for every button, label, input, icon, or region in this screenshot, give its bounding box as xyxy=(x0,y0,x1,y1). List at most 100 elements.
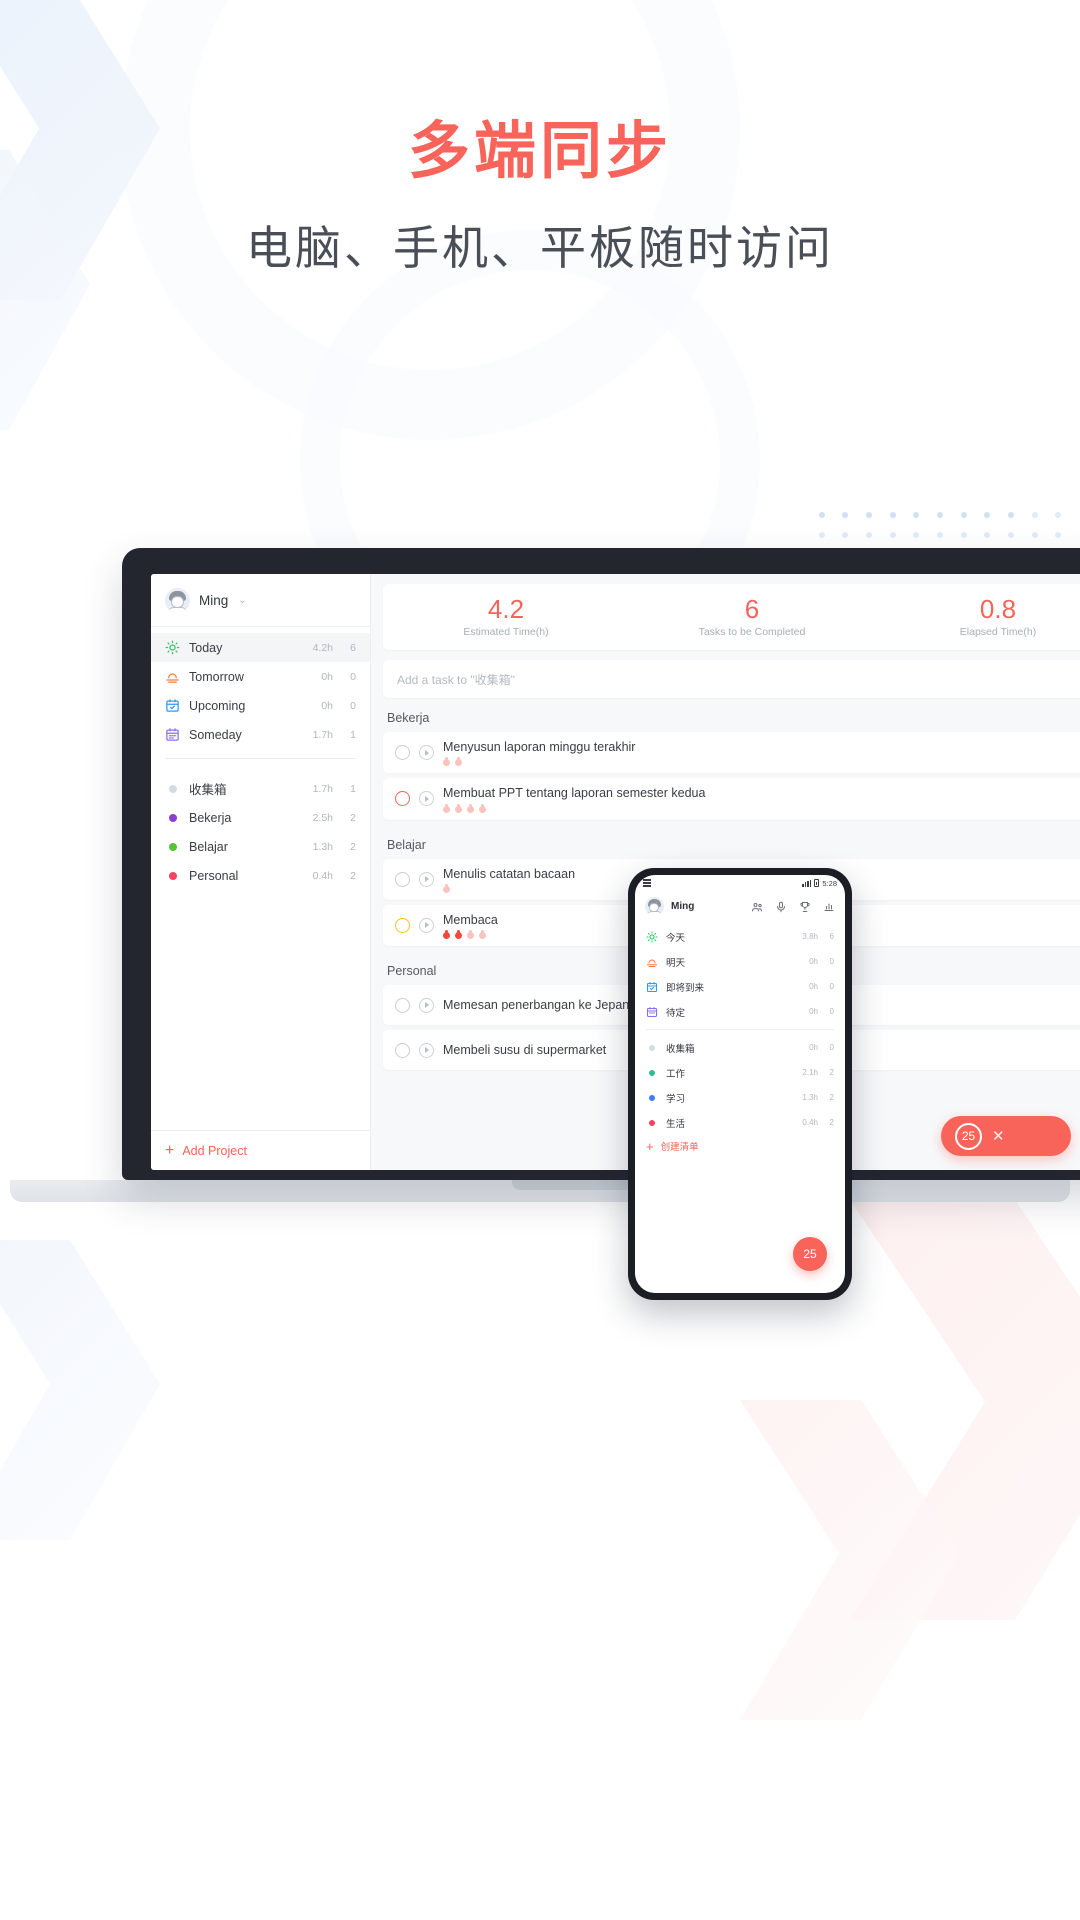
task-title: Membuat PPT tentang laporan semester ked… xyxy=(443,786,706,801)
task-title: Membaca xyxy=(443,912,498,927)
sidebar-item-inbox[interactable]: 收集箱 1.7h 1 xyxy=(151,774,370,803)
phone-item-upcoming[interactable]: 即将到来 0h 0 xyxy=(635,974,845,999)
sidebar-item-time: 0h xyxy=(321,670,333,683)
phone-user[interactable]: Ming xyxy=(645,897,694,916)
avatar xyxy=(165,588,190,613)
user-menu[interactable]: Ming ⌄ xyxy=(151,574,370,627)
play-icon[interactable] xyxy=(419,745,434,761)
add-task-input[interactable]: Add a task to "收集箱" xyxy=(383,660,1080,698)
stat-value: 6 xyxy=(744,593,760,624)
users-icon[interactable] xyxy=(750,900,763,913)
sidebar-item-someday[interactable]: Someday 1.7h 1 xyxy=(151,720,370,749)
stat-caption: Estimated Time(h) xyxy=(463,626,549,639)
decorative-dot-grid xyxy=(810,505,1070,545)
phone-item-study[interactable]: 学习 1.3h 2 xyxy=(635,1085,845,1110)
task-checkbox[interactable] xyxy=(395,917,410,933)
mic-icon[interactable] xyxy=(774,900,787,913)
phone-item-count: 2 xyxy=(829,1118,834,1127)
sidebar-item-bekerja[interactable]: Bekerja 2.5h 2 xyxy=(151,803,370,832)
sidebar-item-today[interactable]: Today 4.2h 6 xyxy=(151,633,370,662)
stat-caption: Elapsed Time(h) xyxy=(959,626,1037,639)
phone-item-tomorrow[interactable]: 明天 0h 0 xyxy=(635,949,845,974)
task-row[interactable]: Menyusun laporan minggu terakhir xyxy=(383,732,1080,774)
task-group-title: Bekerja xyxy=(387,711,430,725)
stats-icon[interactable] xyxy=(822,900,835,913)
phone-item-life[interactable]: 生活 0.4h 2 xyxy=(635,1110,845,1135)
sidebar-item-upcoming[interactable]: Upcoming 0h 0 xyxy=(151,691,370,720)
laptop-notch xyxy=(512,1180,632,1190)
phone-item-label: 待定 xyxy=(666,1007,686,1019)
phone-item-time: 1.3h xyxy=(802,1093,818,1102)
chevron-down-icon: ⌄ xyxy=(238,595,247,606)
sidebar-item-label: Tomorrow xyxy=(189,669,244,684)
phone-item-time: 3.8h xyxy=(802,932,818,941)
add-task-placeholder: Add a task to "收集箱" xyxy=(397,672,515,687)
phone-item-inbox[interactable]: 收集箱 0h 0 xyxy=(635,1035,845,1060)
phone-item-time: 0h xyxy=(809,1043,818,1052)
phone-item-label: 收集箱 xyxy=(666,1043,695,1055)
task-row[interactable]: Membuat PPT tentang laporan semester ked… xyxy=(383,778,1080,820)
task-title: Membeli susu di supermarket xyxy=(443,1042,607,1057)
smart-list-group: Today 4.2h 6 Tomorrow 0h 0 Upcoming 0h 0… xyxy=(151,627,370,749)
play-icon[interactable] xyxy=(419,1042,434,1058)
play-icon[interactable] xyxy=(419,917,434,933)
sun-icon xyxy=(646,930,658,943)
task-checkbox[interactable] xyxy=(395,871,410,887)
project-dot-icon xyxy=(646,1042,658,1054)
task-checkbox[interactable] xyxy=(395,745,410,761)
calendar-check-icon xyxy=(646,981,658,993)
sidebar-item-time: 1.7h xyxy=(312,728,333,741)
sidebar-item-label: Personal xyxy=(189,868,239,883)
phone-item-today[interactable]: 今天 3.8h 6 xyxy=(635,924,845,949)
phone-pomodoro-fab[interactable]: 25 xyxy=(793,1237,827,1271)
sunset-icon xyxy=(165,669,180,684)
trophy-icon[interactable] xyxy=(798,900,811,913)
desktop-sidebar: Ming ⌄ Today 4.2h 6 Tomorrow 0h 0 Upcomi… xyxy=(151,574,371,1170)
avatar xyxy=(645,897,664,916)
sidebar-item-count: 1 xyxy=(350,728,356,741)
task-title: Menyusun laporan minggu terakhir xyxy=(443,740,636,754)
signal-icon xyxy=(802,879,812,887)
phone-item-work[interactable]: 工作 2.1h 2 xyxy=(635,1060,845,1085)
laptop-mockup: Ming ⌄ Today 4.2h 6 Tomorrow 0h 0 Upcomi… xyxy=(10,548,1080,1202)
sidebar-item-time: 4.2h xyxy=(312,641,333,654)
task-checkbox[interactable] xyxy=(395,1042,410,1058)
play-icon[interactable] xyxy=(419,997,434,1013)
play-icon[interactable] xyxy=(419,871,434,887)
phone-item-count: 2 xyxy=(829,1068,834,1077)
sidebar-item-personal[interactable]: Personal 0.4h 2 xyxy=(151,861,370,890)
phone-user-name: Ming xyxy=(671,901,695,912)
stat-value: 4.2 xyxy=(487,593,525,624)
phone-add-list-button[interactable]: + 创建清单 xyxy=(635,1135,845,1157)
laptop-screen: Ming ⌄ Today 4.2h 6 Tomorrow 0h 0 Upcomi… xyxy=(151,574,1080,1170)
user-name: Ming xyxy=(199,593,229,608)
sidebar-item-belajar[interactable]: Belajar 1.3h 2 xyxy=(151,832,370,861)
sidebar-item-count: 1 xyxy=(350,782,356,795)
calendar-icon xyxy=(646,1006,658,1018)
task-body: Membuat PPT tentang laporan semester ked… xyxy=(443,785,706,813)
project-dot-icon xyxy=(165,839,180,854)
phone-item-count: 0 xyxy=(829,1043,834,1052)
phone-item-someday[interactable]: 待定 0h 0 xyxy=(635,999,845,1024)
sun-icon xyxy=(165,640,180,655)
phone-smart-list-group: 今天 3.8h 6 明天 0h 0 即将到来 0h 0 待定 0h 0 xyxy=(635,924,845,1024)
task-checkbox[interactable] xyxy=(395,791,410,807)
phone-item-count: 0 xyxy=(829,982,834,991)
sunset-icon xyxy=(646,956,658,968)
pomodoro-indicator xyxy=(443,757,635,767)
phone-item-time: 0.4h xyxy=(802,1118,818,1127)
play-icon[interactable] xyxy=(419,791,434,807)
pomodoro-timer-button[interactable]: 25 ✕ xyxy=(941,1116,1071,1156)
status-left xyxy=(643,879,651,887)
promo-page: 多端同步 电脑、手机、平板随时访问 Ming ⌄ Today 4.2h 6 To… xyxy=(0,0,1080,1920)
sidebar-item-count: 0 xyxy=(350,670,356,683)
sidebar-item-time: 2.5h xyxy=(312,811,333,824)
phone-item-label: 工作 xyxy=(666,1068,686,1080)
close-icon[interactable]: ✕ xyxy=(992,1127,1005,1145)
task-checkbox[interactable] xyxy=(395,997,410,1013)
add-project-button[interactable]: + Add Project xyxy=(151,1130,370,1170)
phone-header: Ming xyxy=(635,891,845,924)
sidebar-item-tomorrow[interactable]: Tomorrow 0h 0 xyxy=(151,662,370,691)
decorative-chevron-bottom-left xyxy=(0,1240,160,1540)
sidebar-item-count: 2 xyxy=(350,840,356,853)
